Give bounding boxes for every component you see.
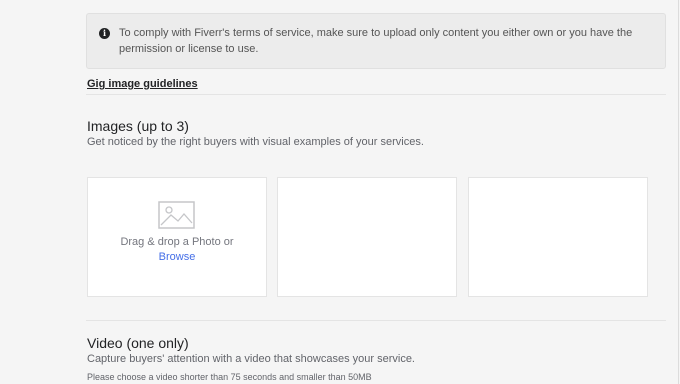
gig-image-guidelines-link[interactable]: Gig image guidelines <box>87 78 198 90</box>
divider <box>86 94 666 95</box>
image-placeholder-icon <box>158 201 195 229</box>
page-edge-rule <box>678 0 679 384</box>
browse-link[interactable]: Browse <box>88 251 266 263</box>
image-upload-slot-1[interactable]: Drag & drop a Photo or Browse <box>87 177 267 297</box>
video-section-subtitle: Capture buyers' attention with a video t… <box>87 353 415 365</box>
drop-text: Drag & drop a Photo or <box>120 236 234 248</box>
gig-gallery-page: i To comply with Fiverr's terms of servi… <box>0 0 680 384</box>
divider <box>86 320 666 321</box>
image-upload-slot-2[interactable] <box>277 177 457 297</box>
images-section-subtitle: Get noticed by the right buyers with vis… <box>87 136 424 148</box>
terms-notice: i To comply with Fiverr's terms of servi… <box>86 13 666 69</box>
info-icon: i <box>99 28 110 39</box>
images-section-title: Images (up to 3) <box>87 118 189 134</box>
image-upload-slot-3[interactable] <box>468 177 648 297</box>
video-section-title: Video (one only) <box>87 335 189 351</box>
notice-text: To comply with Fiverr's terms of service… <box>119 27 633 55</box>
video-size-note: Please choose a video shorter than 75 se… <box>87 372 372 382</box>
